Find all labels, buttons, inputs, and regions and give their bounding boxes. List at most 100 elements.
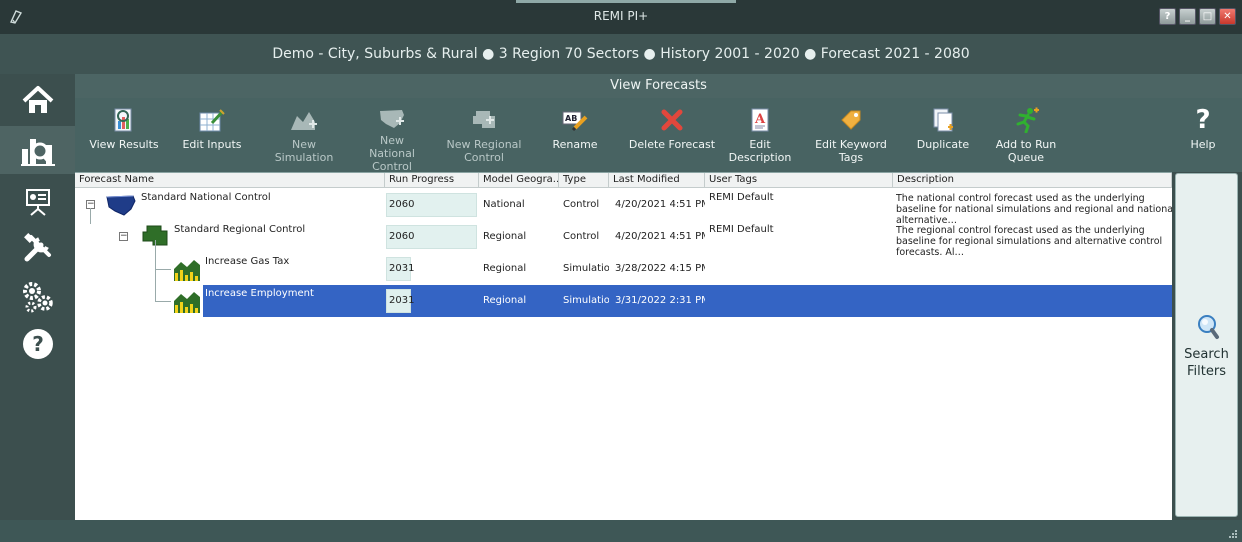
forecast-type: Control: [563, 199, 600, 210]
column-header-name[interactable]: Forecast Name: [75, 173, 385, 188]
nav-settings[interactable]: [0, 272, 75, 320]
edit-inputs-label: Edit Inputs: [182, 138, 242, 151]
presentation-icon: [25, 189, 50, 216]
rename-icon-text: AB: [565, 114, 577, 123]
edit-keyword-tags-label: Edit Keyword Tags: [815, 138, 887, 164]
model-geography: Regional: [483, 295, 527, 306]
search-filters-label: Search Filters: [1184, 347, 1229, 379]
window-titlebar: REMI PI+ ? _ □ ✕: [0, 0, 1242, 34]
search-filters-button[interactable]: Search Filters: [1175, 173, 1238, 517]
nav-help[interactable]: ?: [0, 320, 75, 368]
column-header-modified[interactable]: Last Modified: [609, 173, 705, 188]
search-icon: [1198, 315, 1219, 339]
simulation-chart-icon: [174, 260, 200, 281]
tree-connector: [155, 301, 171, 302]
duplicate-button[interactable]: Duplicate: [905, 106, 981, 168]
window-help-button[interactable]: ?: [1159, 8, 1176, 25]
nav-home[interactable]: [0, 76, 75, 124]
window-maximize-button[interactable]: □: [1199, 8, 1216, 25]
column-header-tags[interactable]: User Tags: [705, 173, 893, 188]
project-summary: Demo - City, Suburbs & Rural ● 3 Region …: [0, 34, 1242, 74]
runner-icon: [1016, 107, 1039, 133]
new-simulation-label: New Simulation: [274, 138, 334, 164]
model-geography: Regional: [483, 231, 527, 242]
region-map-icon: [473, 111, 495, 128]
edit-inputs-button[interactable]: Edit Inputs: [179, 106, 245, 168]
svg-text:?: ?: [32, 332, 44, 356]
edit-description-button[interactable]: A Edit Description: [717, 106, 803, 168]
new-simulation-button[interactable]: New Simulation: [261, 106, 347, 168]
nav-forecasts[interactable]: [0, 126, 75, 174]
column-header-progress[interactable]: Run Progress: [385, 173, 479, 188]
forecast-name: Increase Gas Tax: [205, 256, 290, 267]
run-progress: 2060: [386, 193, 477, 217]
us-map-national-icon: [380, 110, 404, 128]
user-tags: REMI Default: [709, 192, 774, 203]
last-modified: 4/20/2021 4:51 PM: [615, 231, 705, 242]
settings-gears-icon: [22, 282, 53, 313]
table-row[interactable]: Increase Gas Tax 2031 Regional Simulatio…: [75, 240, 1172, 286]
new-national-control-button[interactable]: New National Control: [357, 106, 427, 173]
column-header-geography[interactable]: Model Geogra...: [479, 173, 559, 188]
delete-forecast-button[interactable]: Delete Forecast: [625, 106, 719, 168]
help-circle-icon: ?: [22, 329, 53, 359]
view-results-button[interactable]: View Results: [89, 106, 159, 168]
run-progress: 2031: [386, 257, 414, 281]
delete-x-icon: [661, 109, 683, 131]
window-minimize-button[interactable]: _: [1179, 8, 1196, 25]
view-results-label: View Results: [89, 138, 159, 151]
rename-icon: AB: [562, 111, 588, 132]
window-title: REMI PI+: [593, 9, 649, 23]
model-geography: Regional: [483, 263, 527, 274]
tree-connector: [155, 269, 171, 270]
new-simulation-icon: [291, 112, 317, 130]
window-close-button[interactable]: ✕: [1219, 8, 1236, 25]
column-header-type[interactable]: Type: [559, 173, 609, 188]
tree-connector: [90, 208, 91, 224]
help-label: Help: [1190, 138, 1216, 151]
main-panel: View Forecasts View Results Edit Inputs: [75, 74, 1242, 520]
duplicate-icon: [933, 108, 953, 132]
user-tags: REMI Default: [709, 224, 774, 235]
forecast-name: Standard Regional Control: [174, 224, 306, 235]
help-button[interactable]: ? Help: [1173, 106, 1233, 168]
forecast-type: Control: [563, 231, 600, 242]
new-regional-control-button[interactable]: New Regional Control: [445, 106, 523, 168]
new-regional-control-label: New Regional Control: [446, 138, 522, 164]
collapse-toggle[interactable]: −: [119, 232, 128, 241]
forecast-name: Standard National Control: [141, 192, 271, 203]
forecast-table: Forecast Name Run Progress Model Geogra.…: [75, 172, 1176, 520]
last-modified: 3/31/2022 2:31 PM: [615, 295, 705, 306]
view-title: View Forecasts: [75, 74, 1242, 98]
rename-button[interactable]: AB Rename: [549, 106, 601, 168]
search-filters-panel: Search Filters: [1172, 172, 1242, 520]
forecast-chart-icon: [20, 139, 55, 166]
model-geography: National: [483, 199, 525, 210]
table-row[interactable]: − Standard Regional Control 2060 Regiona…: [75, 208, 1172, 258]
table-header: Forecast Name Run Progress Model Geogra.…: [75, 173, 1172, 188]
last-modified: 3/28/2022 4:15 PM: [615, 263, 705, 274]
duplicate-label: Duplicate: [916, 138, 970, 151]
tree-connector: [155, 285, 156, 301]
column-header-description[interactable]: Description: [893, 173, 1172, 188]
table-row[interactable]: − Standard National Control 2060 Nationa…: [75, 189, 1176, 226]
new-national-control-label: New National Control: [369, 134, 415, 173]
toolbar: View Results Edit Inputs New Simulation: [75, 98, 1242, 173]
simulation-chart-icon: [174, 292, 200, 313]
help-question-icon: ?: [1195, 105, 1211, 135]
forecast-name: Increase Employment: [205, 288, 314, 299]
nav-tools[interactable]: [0, 224, 75, 272]
window-controls: ? _ □ ✕: [1159, 8, 1236, 25]
tools-icon: [23, 233, 51, 262]
table-row-selected[interactable]: Increase Employment 2031 Regional Simula…: [75, 285, 1172, 317]
forecast-type: Simulation: [563, 295, 609, 306]
edit-keyword-tags-button[interactable]: Edit Keyword Tags: [813, 106, 889, 168]
resize-grip-icon[interactable]: [1228, 529, 1238, 539]
run-progress: 2031: [386, 289, 414, 313]
tree-connector: [155, 240, 156, 286]
add-to-run-queue-button[interactable]: Add to Run Queue: [989, 106, 1063, 168]
delete-forecast-label: Delete Forecast: [628, 138, 716, 151]
nav-presentation[interactable]: [0, 178, 75, 226]
forecast-type: Simulation: [563, 263, 609, 274]
svg-text:A: A: [754, 112, 766, 127]
